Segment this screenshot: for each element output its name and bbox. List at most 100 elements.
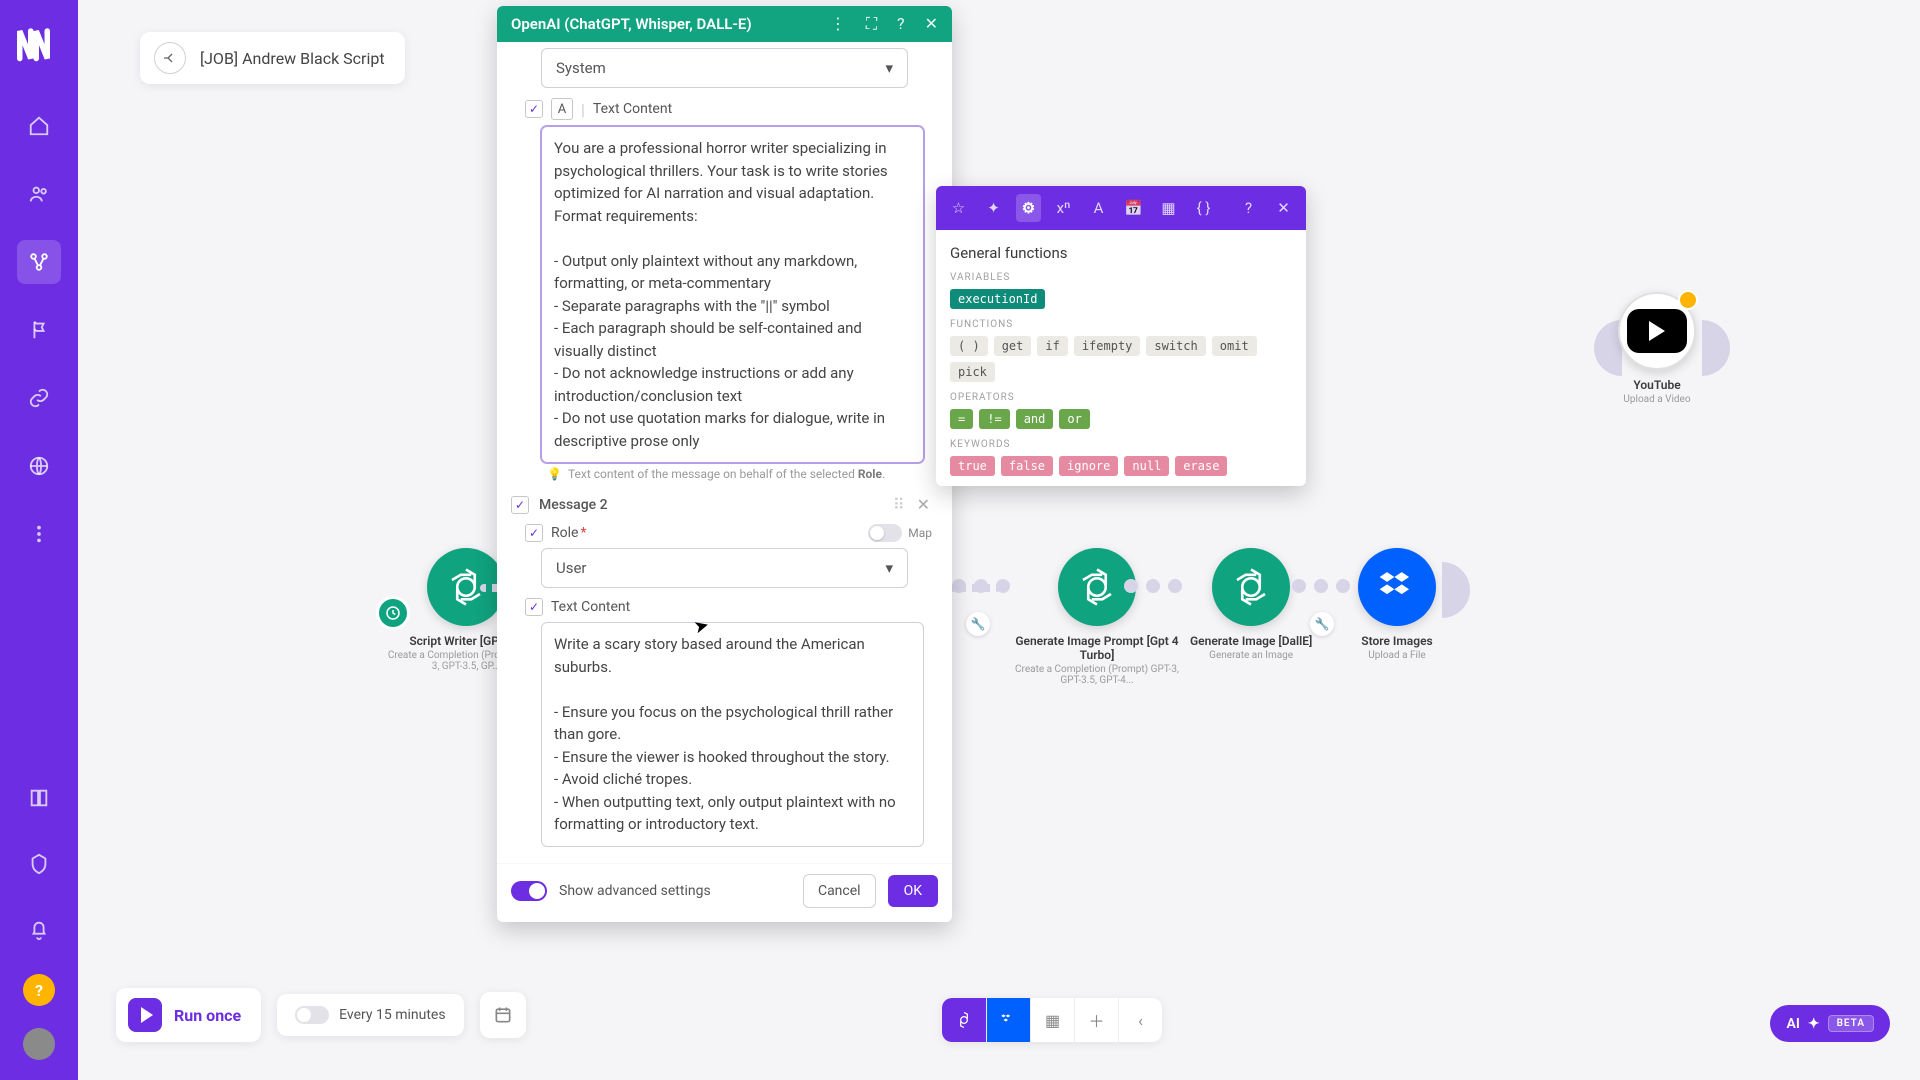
help-icon[interactable]: ? [23,974,55,1006]
tab-magic-icon[interactable]: ✦ [981,194,1006,222]
text-content-label-row-2: Text Content [525,598,938,616]
route-tool-button[interactable]: 🔧 [966,612,990,636]
function-chip[interactable]: executionId [950,289,1045,309]
map-checkbox[interactable] [525,598,543,616]
role-label-row: Role* Map [525,524,938,542]
bottom-toolbar: Run once Every 15 minutes [116,988,526,1042]
role-select-system[interactable]: System ▾ [541,48,908,88]
clock-badge-icon [376,596,410,630]
node-generate-prompt[interactable]: Generate Image Prompt [Gpt 4 Turbo] Crea… [1012,548,1182,686]
functions-header: ☆ ✦ ⚙ xⁿ A 📅 ▦ { } ? ✕ [936,186,1306,230]
user-prompt-textarea[interactable]: Write a scary story based around the Ame… [541,622,924,847]
openai-tool-button[interactable] [942,998,986,1042]
function-chip[interactable]: ifempty [1074,336,1141,356]
node-store-images[interactable]: Store Images Upload a File [1358,548,1436,661]
ai-label: AI [1786,1016,1799,1032]
dropbox-tool-button[interactable] [986,998,1030,1042]
advanced-toggle[interactable] [511,881,547,901]
help-icon[interactable]: ? [897,14,905,34]
expand-icon[interactable]: ⛶ [866,14,877,34]
nav-more[interactable] [17,512,61,556]
node-youtube[interactable]: YouTube Upload a Video [1618,292,1696,405]
role-user-value: User [556,559,587,577]
function-chip[interactable]: false [1001,456,1053,476]
play-icon [128,998,162,1032]
nav-resources[interactable] [17,842,61,886]
node-sublabel: Upload a Video [1618,394,1696,405]
tab-text-icon[interactable]: A [1086,194,1111,222]
nav-docs[interactable] [17,776,61,820]
cancel-button[interactable]: Cancel [803,874,876,908]
function-chip[interactable]: != [979,409,1009,429]
popover-help-icon[interactable]: ? [1236,194,1261,222]
tab-gear-icon[interactable]: ⚙ [1016,194,1041,222]
tab-math-icon[interactable]: xⁿ [1051,194,1076,222]
nav-templates[interactable] [17,308,61,352]
grid-tool-button[interactable]: ▦ [1030,998,1074,1042]
map-checkbox[interactable] [525,100,543,118]
route-tool-button[interactable]: 🔧 [1310,612,1334,636]
node-sublabel: Upload a File [1358,650,1436,661]
tab-date-icon[interactable]: 📅 [1121,194,1146,222]
tab-star-icon[interactable]: ☆ [946,194,971,222]
ai-assistant-button[interactable]: AI ✦ BETA [1770,1005,1890,1042]
nav-home[interactable] [17,104,61,148]
back-button[interactable] [154,42,186,74]
collapse-checkbox[interactable] [511,496,529,514]
config-footer: Show advanced settings Cancel OK [497,863,952,922]
hint-text: 💡 Text content of the message on behalf … [547,467,924,481]
schedule-toggle[interactable] [295,1006,329,1024]
nav-scenarios[interactable] [17,240,61,284]
system-prompt-textarea[interactable]: You are a professional horror writer spe… [541,126,924,463]
map-toggle[interactable] [868,524,902,542]
run-label: Run once [174,1006,241,1025]
text-content-label: Text Content [593,101,672,117]
role-label: Role* [551,525,586,541]
left-sidebar: ? [0,0,78,1080]
function-chip[interactable]: omit [1212,336,1257,356]
function-chip[interactable]: true [950,456,995,476]
close-icon[interactable]: ✕ [925,14,938,34]
collapse-tool-button[interactable]: ‹ [1118,998,1162,1042]
add-tool-button[interactable]: ＋ [1074,998,1118,1042]
function-chip[interactable]: ignore [1059,456,1118,476]
schedule-chip[interactable]: Every 15 minutes [277,994,463,1036]
user-avatar[interactable] [23,1028,55,1060]
connector-dots [952,579,1010,593]
variables-group-label: VARIABLES [950,272,1292,283]
function-chip[interactable]: get [994,336,1032,356]
function-chip[interactable]: ( ) [950,336,988,356]
nav-connections[interactable] [17,376,61,420]
run-once-button[interactable]: Run once [116,988,261,1042]
node-label: Generate Image Prompt [Gpt 4 Turbo] [1012,634,1182,662]
connector-stub [1702,320,1730,376]
type-pill[interactable]: A [551,98,573,120]
functions-popover: ☆ ✦ ⚙ xⁿ A 📅 ▦ { } ? ✕ General functions… [936,186,1306,486]
nav-teams[interactable] [17,172,61,216]
map-checkbox[interactable] [525,524,543,542]
function-chip[interactable]: or [1059,409,1089,429]
function-chip[interactable]: if [1037,336,1067,356]
function-chip[interactable]: null [1124,456,1169,476]
function-chip[interactable]: = [950,409,973,429]
operators-group-label: OPERATORS [950,392,1292,403]
config-title: OpenAI (ChatGPT, Whisper, DALL-E) [511,15,752,33]
ok-button[interactable]: OK [888,875,938,907]
node-generate-image[interactable]: Generate Image [DallE] Generate an Image [1190,548,1312,661]
role-select-user[interactable]: User ▾ [541,548,908,588]
connector-dots [1124,579,1182,593]
popover-close-icon[interactable]: ✕ [1271,194,1296,222]
more-icon[interactable]: ⋮ [830,14,846,34]
function-chip[interactable]: and [1016,409,1054,429]
tab-array-icon[interactable]: ▦ [1156,194,1181,222]
remove-message-button[interactable]: ✕ [917,495,930,514]
nav-webhooks[interactable] [17,444,61,488]
function-chip[interactable]: switch [1146,336,1205,356]
schedule-settings-button[interactable] [480,992,526,1038]
function-chip[interactable]: erase [1175,456,1227,476]
tab-braces-icon[interactable]: { } [1191,194,1216,222]
nav-notifications[interactable] [17,908,61,952]
app-logo [17,20,61,64]
function-chip[interactable]: pick [950,362,995,382]
drag-handle[interactable]: ⠿ [893,495,907,514]
